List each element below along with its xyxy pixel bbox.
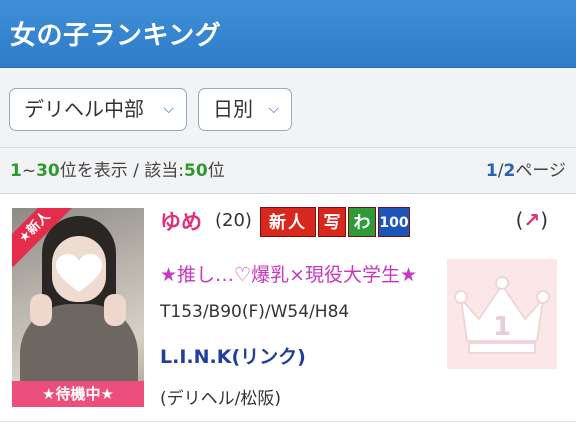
result-count: 1~30位を表示 / 該当:50位 bbox=[10, 148, 225, 194]
rank-number: 1 bbox=[493, 312, 511, 342]
chevron-down-icon: ⌵ bbox=[268, 101, 279, 117]
range-sep: ~ bbox=[21, 161, 37, 181]
page-title: 女の子ランキング bbox=[10, 21, 222, 51]
chevron-down-icon: ⌵ bbox=[163, 101, 174, 117]
area-select-value: デリヘル中部 bbox=[24, 97, 144, 121]
period-select[interactable]: 日別 ⌵ bbox=[198, 88, 292, 131]
page-current: 1 bbox=[485, 161, 498, 181]
shop-area: (デリヘル/松阪) bbox=[160, 389, 281, 409]
feature-icons: 新人 写 わ 100 bbox=[260, 207, 410, 237]
page-suffix: ページ bbox=[515, 161, 566, 181]
newcomer-icon: 新人 bbox=[260, 207, 316, 237]
period-select-value: 日別 bbox=[213, 97, 253, 121]
heart-icon bbox=[56, 254, 102, 292]
photo-hand-right bbox=[104, 294, 126, 326]
page-indicator: 1/2ページ bbox=[486, 148, 566, 194]
girl-age: (20) bbox=[215, 210, 252, 231]
rank-trend: (↗) bbox=[516, 208, 548, 232]
range-end: 30 bbox=[36, 161, 60, 181]
page-total: 2 bbox=[503, 161, 516, 181]
filter-bar: デリヘル中部 ⌵ 日別 ⌵ bbox=[0, 68, 576, 148]
trend-up-icon: ↗ bbox=[523, 208, 541, 232]
trend-close: ) bbox=[540, 208, 548, 232]
range-start: 1 bbox=[10, 161, 22, 181]
catchphrase: ★推し…♡爆乳×現役大学生★ bbox=[160, 264, 418, 286]
ranking-entry[interactable]: ★新人 ★待機中★ ゆめ (20) 新人 写 わ 100 (↗) ★推し…♡爆乳… bbox=[0, 194, 576, 422]
area-select[interactable]: デリヘル中部 ⌵ bbox=[9, 88, 187, 131]
range-suffix: 位を表示 / 該当: bbox=[59, 161, 185, 181]
total-suffix: 位 bbox=[207, 161, 225, 181]
body-size: T153/B90(F)/W54/H84 bbox=[160, 302, 350, 322]
crown-icon: 1 bbox=[447, 259, 557, 369]
standby-badge: ★待機中★ bbox=[12, 381, 144, 407]
girl-name[interactable]: ゆめ bbox=[160, 206, 202, 236]
shop-link[interactable]: L.I.N.K(リンク) bbox=[160, 342, 306, 369]
hundred-icon: 100 bbox=[378, 207, 410, 237]
photo-hand-left bbox=[30, 294, 52, 326]
photo-icon: 写 bbox=[318, 207, 346, 237]
wa-icon: わ bbox=[348, 207, 376, 237]
profile-photo[interactable]: ★新人 ★待機中★ bbox=[12, 208, 144, 407]
result-count-bar: 1~30位を表示 / 該当:50位 1/2ページ bbox=[0, 148, 576, 194]
page-header: 女の子ランキング bbox=[0, 0, 576, 68]
total-count: 50 bbox=[184, 161, 208, 181]
